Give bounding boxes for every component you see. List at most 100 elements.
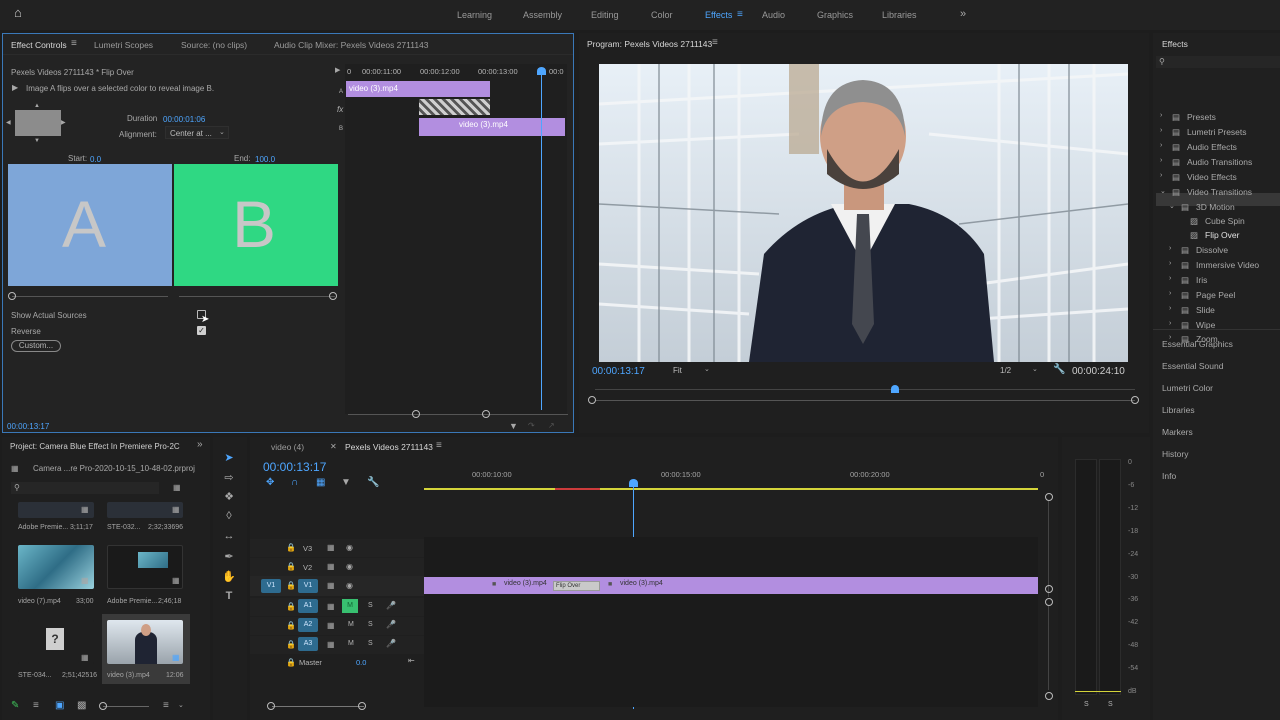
pen-tool-icon[interactable]: ✒ xyxy=(221,550,237,564)
workspace-menu-icon[interactable]: ≡ xyxy=(737,10,743,20)
meter-solo-right[interactable]: S xyxy=(1108,701,1113,708)
freeform-view-icon[interactable]: ▩ xyxy=(77,701,86,711)
tab-effect-controls[interactable]: Effect Controls xyxy=(11,40,67,50)
wrench-icon[interactable]: 🔧 xyxy=(1053,365,1065,375)
effects-item-video-effects[interactable]: Video Effects xyxy=(1187,172,1237,182)
eye-icon[interactable]: ◉ xyxy=(346,543,353,553)
nest-toggle-icon[interactable]: ✥ xyxy=(266,478,274,488)
thumb-left-arrow-icon[interactable]: ◀ xyxy=(6,118,11,128)
lock-icon[interactable]: 🔒 xyxy=(286,640,296,650)
ripple-edit-tool-icon[interactable]: ❖ xyxy=(221,490,237,504)
sync-lock-icon[interactable]: ▦ xyxy=(327,543,335,553)
pencil-icon[interactable]: ✎ xyxy=(11,701,19,711)
lock-icon[interactable]: 🔒 xyxy=(286,581,296,591)
icon-view-icon[interactable]: ▣ xyxy=(55,701,64,711)
chevron-right-icon[interactable]: › xyxy=(1169,320,1171,327)
solo-a2-button[interactable]: S xyxy=(368,621,373,628)
panel-link-info[interactable]: Info xyxy=(1162,471,1176,481)
mini-playhead[interactable] xyxy=(541,70,542,410)
reverse-checkbox[interactable]: ✓ xyxy=(197,326,206,335)
project-search-input[interactable]: ⚲ xyxy=(11,482,159,494)
workspace-audio[interactable]: Audio xyxy=(762,10,785,20)
end-value[interactable]: 100.0 xyxy=(255,155,275,164)
effects-item-slide[interactable]: Slide xyxy=(1196,305,1215,315)
start-value[interactable]: 0.0 xyxy=(90,155,101,164)
tab-lumetri-scopes[interactable]: Lumetri Scopes xyxy=(94,40,153,50)
mic-icon[interactable]: 🎤 xyxy=(386,620,396,630)
mini-timeline-play-icon[interactable]: ▶ xyxy=(335,66,340,76)
export-icon[interactable]: ↷ xyxy=(528,421,535,431)
effects-search-input[interactable]: ⚲ xyxy=(1156,56,1280,68)
master-value[interactable]: 0.0 xyxy=(356,658,366,667)
linked-selection-icon[interactable]: ▦ xyxy=(316,478,325,488)
track-label-v3[interactable]: V3 xyxy=(303,544,312,553)
hscroll-handle-left[interactable] xyxy=(267,702,275,710)
effects-item-audio-transitions[interactable]: Audio Transitions xyxy=(1187,157,1252,167)
chevron-right-icon[interactable]: › xyxy=(1160,172,1162,179)
thumb-up-arrow-icon[interactable]: ▲ xyxy=(34,101,40,111)
timeline-playhead-handle[interactable] xyxy=(629,479,638,487)
type-tool-icon[interactable]: T xyxy=(221,590,237,604)
program-zoom-handle-left[interactable] xyxy=(588,396,596,404)
tab-audio-clip-mixer[interactable]: Audio Clip Mixer: Pexels Videos 2711143 xyxy=(274,40,429,50)
panel-link-libraries[interactable]: Libraries xyxy=(1162,405,1195,415)
effects-item-video-transitions[interactable]: Video Transitions xyxy=(1187,187,1252,197)
lock-icon[interactable]: 🔒 xyxy=(286,658,296,668)
mini-clip-a[interactable]: video (3).mp4 xyxy=(346,81,490,97)
thumb-right-arrow-icon[interactable]: ▶ xyxy=(61,118,66,128)
panel-link-markers[interactable]: Markers xyxy=(1162,427,1193,437)
panel-link-essential-sound[interactable]: Essential Sound xyxy=(1162,361,1223,371)
alignment-select[interactable]: Center at ... ⌄ xyxy=(165,126,229,139)
vscroll-handle-top[interactable] xyxy=(1045,493,1053,501)
sync-lock-icon[interactable]: ▦ xyxy=(327,621,335,631)
work-area-bar[interactable] xyxy=(424,488,1038,490)
panel-link-lumetri-color[interactable]: Lumetri Color xyxy=(1162,383,1213,393)
chevron-right-icon[interactable]: › xyxy=(1169,290,1171,297)
hscroll-track[interactable] xyxy=(272,706,364,707)
eye-icon[interactable]: ◉ xyxy=(346,581,353,591)
chevron-down-icon[interactable]: ⌄ xyxy=(1160,187,1166,195)
timeline-settings-icon[interactable]: 🔧 xyxy=(367,478,379,488)
program-title[interactable]: Program: Pexels Videos 2711143 xyxy=(587,39,712,49)
panel-menu-icon[interactable]: ≡ xyxy=(71,39,77,49)
chevron-right-icon[interactable]: › xyxy=(1160,127,1162,134)
effects-item-audio-effects[interactable]: Audio Effects xyxy=(1187,142,1237,152)
program-timecode[interactable]: 00:00:13:17 xyxy=(592,366,645,377)
chevron-right-icon[interactable]: › xyxy=(1169,275,1171,282)
workspace-effects[interactable]: Effects xyxy=(705,10,732,20)
thumb-down-arrow-icon[interactable]: ▼ xyxy=(34,136,40,146)
play-transition-icon[interactable]: ▶ xyxy=(12,83,18,93)
timeline-clip-1[interactable]: ■ video (3).mp4 Flip Over ■ video (3).mp… xyxy=(424,577,1038,594)
sort-chevron-icon[interactable]: ⌄ xyxy=(178,701,184,711)
effects-item-dissolve[interactable]: Dissolve xyxy=(1196,245,1228,255)
source-patch-v1[interactable]: V1 xyxy=(261,579,281,593)
chevron-down-icon[interactable]: ⌄ xyxy=(1169,202,1175,210)
more-workspaces-icon[interactable]: » xyxy=(960,9,966,20)
effect-controls-timecode[interactable]: 00:00:13:17 xyxy=(7,422,49,431)
workspace-graphics[interactable]: Graphics xyxy=(817,10,853,20)
hscroll-handle-right[interactable] xyxy=(358,702,366,710)
sync-lock-icon[interactable]: ▦ xyxy=(327,602,335,612)
project-title[interactable]: Project: Camera Blue Effect In Premiere … xyxy=(10,442,182,451)
mini-playhead-handle[interactable] xyxy=(537,67,546,75)
slip-tool-icon[interactable]: ↔ xyxy=(221,530,237,544)
custom-button[interactable]: Custom... xyxy=(11,340,61,352)
end-slider-handle[interactable] xyxy=(329,292,337,300)
more-panels-icon[interactable]: » xyxy=(197,440,203,450)
sync-lock-icon[interactable]: ▦ xyxy=(327,581,335,591)
solo-a1-button[interactable]: S xyxy=(368,602,373,609)
effects-item-presets[interactable]: Presets xyxy=(1187,112,1216,122)
timeline-tab-video4[interactable]: video (4) xyxy=(271,442,304,452)
lock-icon[interactable]: 🔒 xyxy=(286,543,296,553)
chevron-right-icon[interactable]: › xyxy=(1169,260,1171,267)
vscroll-track[interactable] xyxy=(1048,501,1049,597)
timeline-timecode[interactable]: 00:00:13:17 xyxy=(263,460,326,474)
vscroll-handle-bottom[interactable] xyxy=(1045,692,1053,700)
home-icon[interactable]: ⌂ xyxy=(14,6,22,19)
mic-icon[interactable]: 🎤 xyxy=(386,639,396,649)
program-menu-icon[interactable]: ≡ xyxy=(712,38,718,48)
timeline-tab-sequence[interactable]: Pexels Videos 2711143 xyxy=(345,442,433,452)
mini-scrollbar[interactable] xyxy=(348,414,568,415)
mute-a3-button[interactable]: M xyxy=(348,640,354,647)
fit-select[interactable]: Fit ⌄ xyxy=(669,364,715,376)
